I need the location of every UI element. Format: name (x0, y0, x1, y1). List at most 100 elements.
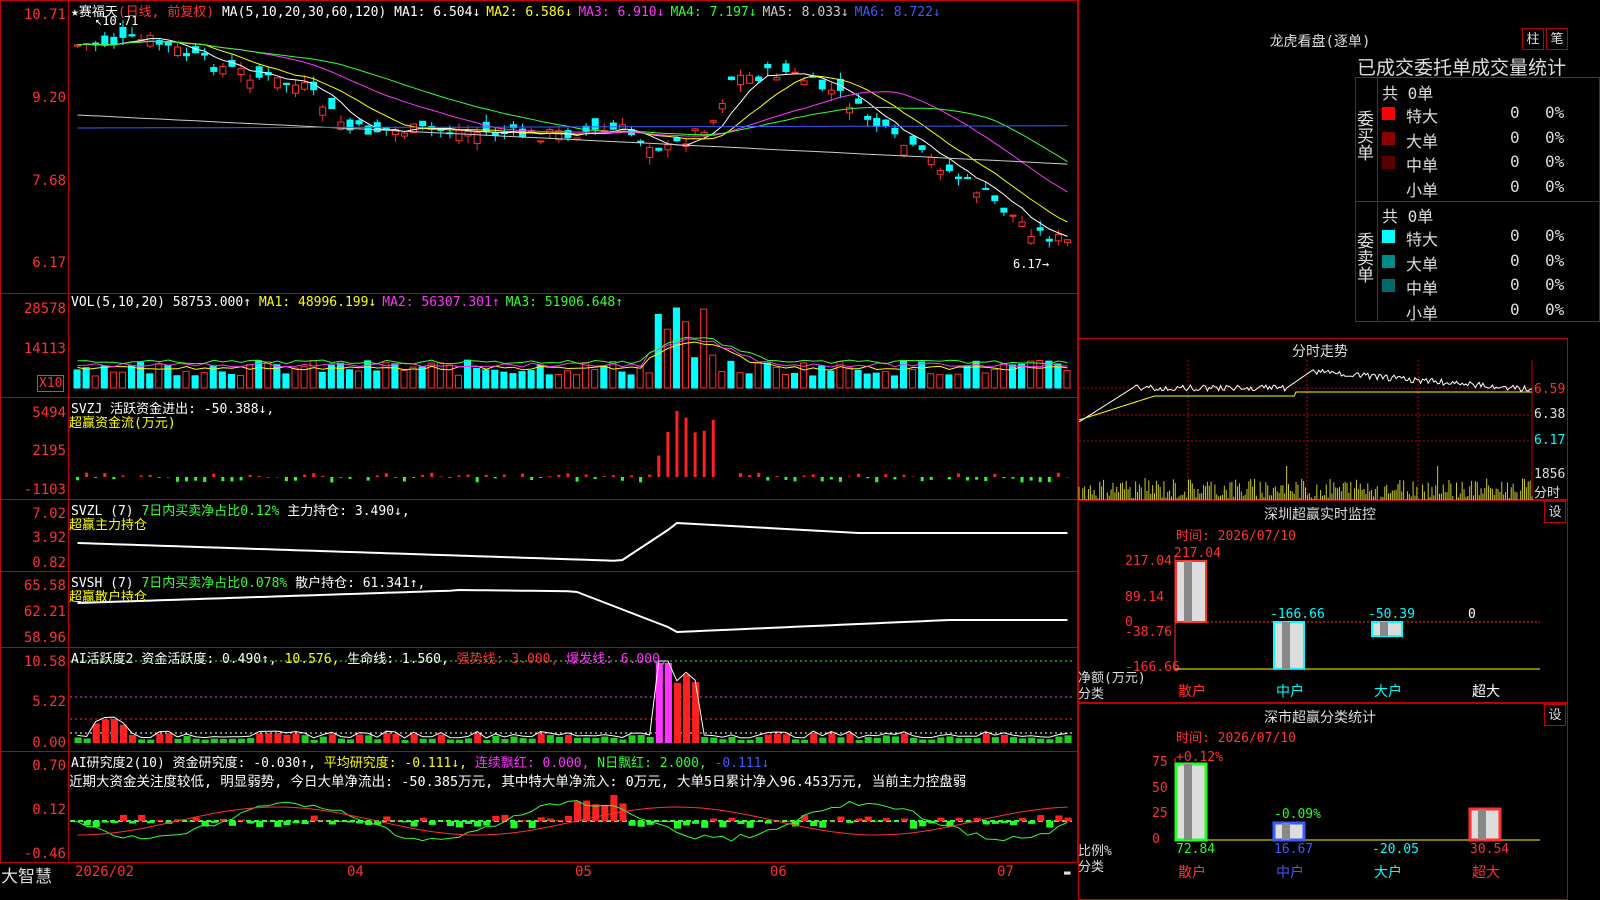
buy-row-count: 0 (1510, 176, 1520, 196)
sz-monitor-xlabel: 分类 (1078, 687, 1105, 702)
fund-flow-bar (539, 477, 543, 478)
research-bar (655, 821, 663, 822)
fund-flow-bar (993, 473, 997, 477)
svsh-axis-label: 65.58 (23, 578, 66, 594)
fund-flow-bar (666, 432, 670, 477)
research-bar (1009, 821, 1018, 826)
buy-total: 共 0单 (1382, 84, 1434, 103)
candle-body (964, 176, 972, 179)
svzj-axis-label: -1103 (23, 482, 66, 498)
sz-class-xlabel: 分类 (1078, 860, 1105, 875)
candle-body (464, 130, 472, 137)
volume-bar (754, 361, 762, 389)
candle-body (709, 120, 717, 123)
volume-axis-label: 28578 (23, 301, 66, 317)
volume-bar (127, 365, 136, 389)
ma-line-4 (77, 40, 1068, 163)
activity-bar (701, 737, 709, 743)
research-bar (900, 818, 909, 821)
research-bar (346, 821, 355, 823)
volume-bar (264, 361, 272, 389)
ma-value-3: MA3: 6.910↓ (578, 5, 665, 20)
ma-value-2: MA2: 6.586↓ (486, 5, 573, 20)
fund-flow-bar (984, 477, 988, 481)
activity-bar (1055, 736, 1063, 743)
buy-row-pct: 0% (1545, 127, 1565, 147)
activity-bar (1037, 738, 1045, 743)
activity-bar (483, 739, 491, 743)
fund-flow-bar (466, 474, 470, 477)
research-bar (210, 821, 218, 823)
volume-bar (881, 371, 889, 389)
fund-flow-bar (866, 477, 870, 479)
sz-class-settings-button[interactable]: 设 (1544, 704, 1566, 726)
research-bar (1019, 817, 1027, 821)
fund-flow-bar (966, 477, 970, 481)
candle-body (128, 34, 136, 37)
main-holding-line (77, 521, 1068, 562)
volume-bar (863, 373, 871, 389)
fund-flow-bar (1029, 477, 1033, 481)
volume-bar (936, 374, 944, 389)
fund-flow-bar (103, 473, 107, 477)
fund-flow-bar (784, 477, 788, 480)
candle-body (773, 76, 781, 81)
activity-bar (819, 737, 827, 743)
activity-bar (165, 733, 173, 743)
fund-flow-bar (303, 474, 307, 477)
ai-active-header: AI活跃度2 资金活跃度: 0.490↑, 10.576, 生命线: 1.560… (71, 648, 668, 667)
research-bar (192, 817, 200, 821)
ai-research-title: AI研究度2(10) (71, 756, 165, 771)
sz-monitor-panel[interactable] (1078, 500, 1568, 703)
volume-bar (318, 371, 326, 389)
activity-bar (265, 733, 273, 743)
activity-bar (256, 733, 264, 743)
sz-monitor-settings-button[interactable]: 设 (1544, 501, 1566, 523)
fund-flow-bar (956, 473, 960, 477)
fund-flow-bar (121, 475, 125, 477)
sz-class-panel[interactable] (1078, 703, 1568, 900)
buy-row-count: 0 (1510, 127, 1520, 147)
activity-bar (319, 736, 327, 743)
research-bar (728, 817, 736, 821)
activity-bar (228, 738, 237, 743)
fund-flow-bar (775, 476, 779, 477)
fund-flow-bar (248, 474, 252, 477)
sz-monitor-time: 时间: 2026/07/10 (1176, 529, 1296, 544)
fund-flow-bar (157, 477, 161, 478)
candle-body (882, 119, 890, 127)
fund-flow-bar (76, 477, 80, 481)
activity-bar (773, 733, 781, 743)
volume-header: VOL(5,10,20) 58753.000↑ MA1: 48996.199↓ M… (71, 295, 629, 310)
activity-bar (356, 734, 364, 743)
fund-flow-bar (348, 477, 352, 479)
ai-research-cont: 连续飘红: 0.000, (474, 756, 590, 771)
research-bar (601, 804, 609, 821)
intraday-axis-label: 6.59 (1534, 382, 1566, 397)
activity-bar (465, 738, 473, 743)
bar-mode-button[interactable]: 柱 (1522, 28, 1544, 50)
sell-row-pct: 0% (1545, 226, 1565, 245)
dragon-header: 已成交委托单成交量统计 (1357, 57, 1567, 79)
candle-body (637, 140, 645, 143)
fund-flow-bar (493, 477, 497, 479)
dragon-table-split (1377, 77, 1378, 322)
fund-flow-bar (457, 475, 461, 477)
svsh-ratio: 7日内买卖净占比0.078% (141, 576, 288, 591)
volume-value: 58753.000↑ (172, 295, 252, 310)
sz-monitor-title: 深圳超赢实时监控 (1264, 507, 1376, 523)
fund-flow-bar (857, 473, 861, 477)
activity-bar (419, 738, 427, 743)
volume-unit[interactable]: X10 (37, 375, 65, 392)
intraday-panel[interactable] (1078, 338, 1568, 500)
research-bar (119, 814, 128, 821)
fund-flow-bar (85, 472, 89, 477)
volume-bar (1018, 363, 1026, 389)
fund-flow-bar (929, 477, 933, 480)
research-bar (528, 821, 536, 829)
pen-mode-button[interactable]: 笔 (1546, 28, 1568, 50)
lock-icon[interactable]: ▬ (1064, 866, 1071, 879)
candle-body (246, 79, 254, 89)
research-bar (419, 817, 427, 821)
ai-active-label: 资金活跃度: (141, 652, 215, 667)
